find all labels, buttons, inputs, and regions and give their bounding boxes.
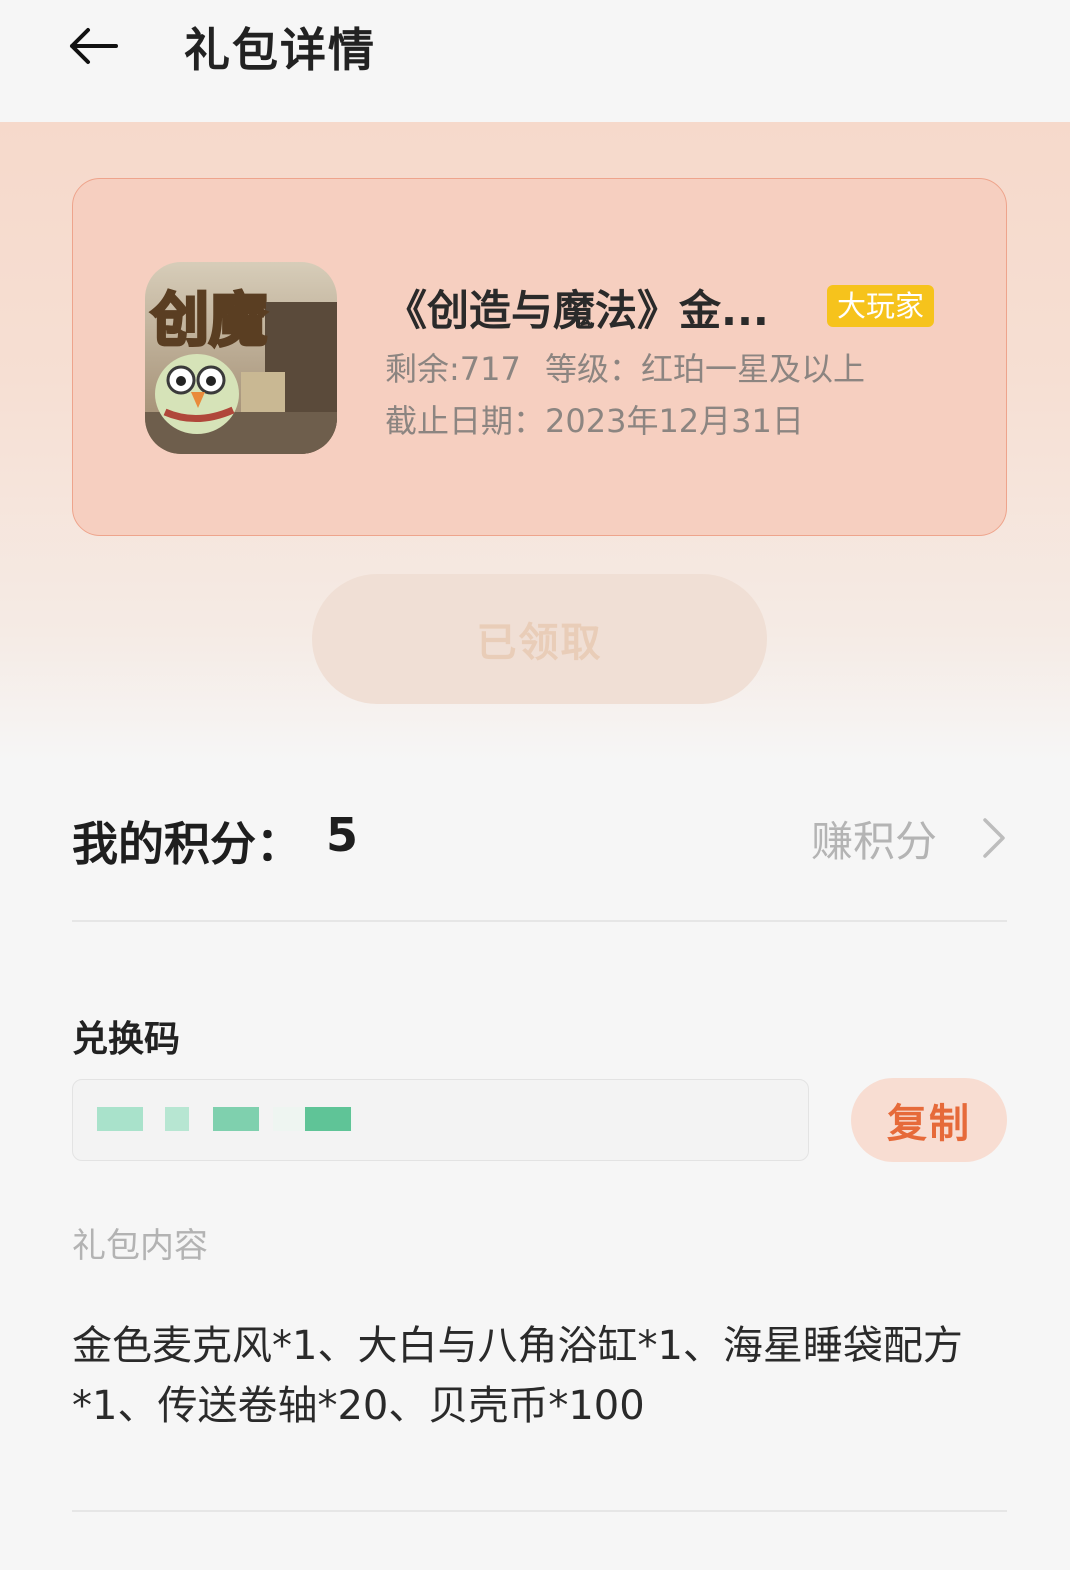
blurred-code bbox=[213, 1107, 259, 1131]
page-title: 礼包详情 bbox=[184, 23, 376, 77]
points-label: 我的积分： bbox=[72, 817, 302, 871]
game-icon: 创魔 bbox=[145, 262, 337, 454]
level-requirement: 等级：红珀一星及以上 bbox=[545, 350, 866, 388]
gift-card: 创魔 《创造与魔法》金... 大玩家 剩余:717 等级：红珀一星及以上 截止日… bbox=[72, 178, 1007, 536]
gift-contents-title: 礼包内容 bbox=[72, 1226, 208, 1266]
deadline: 截止日期：2023年12月31日 bbox=[385, 402, 804, 440]
redeem-code-field[interactable] bbox=[72, 1079, 809, 1161]
redeem-code-title: 兑换码 bbox=[72, 1019, 181, 1060]
vip-badge: 大玩家 bbox=[827, 285, 935, 327]
earn-points-label: 赚积分 bbox=[810, 816, 937, 866]
earn-points-link[interactable]: 赚积分 bbox=[811, 808, 1007, 868]
gift-detail-page: 礼包详情 创魔 《创造与魔法》金... 大玩家 剩余:717 等级：红珀一星及以… bbox=[0, 0, 1070, 1570]
back-button[interactable] bbox=[58, 16, 128, 76]
claimed-button[interactable]: 已领取 bbox=[312, 574, 767, 704]
divider bbox=[72, 920, 1007, 922]
copy-button[interactable]: 复制 bbox=[851, 1078, 1007, 1162]
game-name: 《创造与魔法》金... bbox=[385, 286, 769, 335]
blurred-code bbox=[97, 1107, 143, 1131]
arrow-left-icon bbox=[70, 28, 118, 64]
points-row: 我的积分： 5 赚积分 bbox=[72, 800, 1007, 880]
gift-stock-level: 剩余:717 等级：红珀一星及以上 bbox=[385, 344, 865, 390]
points-value: 5 bbox=[326, 808, 359, 862]
top-bar: 礼包详情 bbox=[0, 0, 1070, 122]
gift-contents-text: 金色麦克风*1、大白与八角浴缸*1、海星睡袋配方*1、传送卷轴*20、贝壳币*1… bbox=[72, 1323, 963, 1429]
blurred-code bbox=[305, 1107, 351, 1131]
gift-hero: 创魔 《创造与魔法》金... 大玩家 剩余:717 等级：红珀一星及以上 截止日… bbox=[0, 122, 1070, 762]
divider bbox=[72, 1510, 1007, 1512]
blurred-code bbox=[165, 1107, 189, 1131]
remaining-count: 剩余:717 bbox=[385, 350, 521, 388]
game-icon-title: 创魔 bbox=[151, 286, 267, 354]
chevron-right-icon bbox=[983, 818, 1005, 858]
